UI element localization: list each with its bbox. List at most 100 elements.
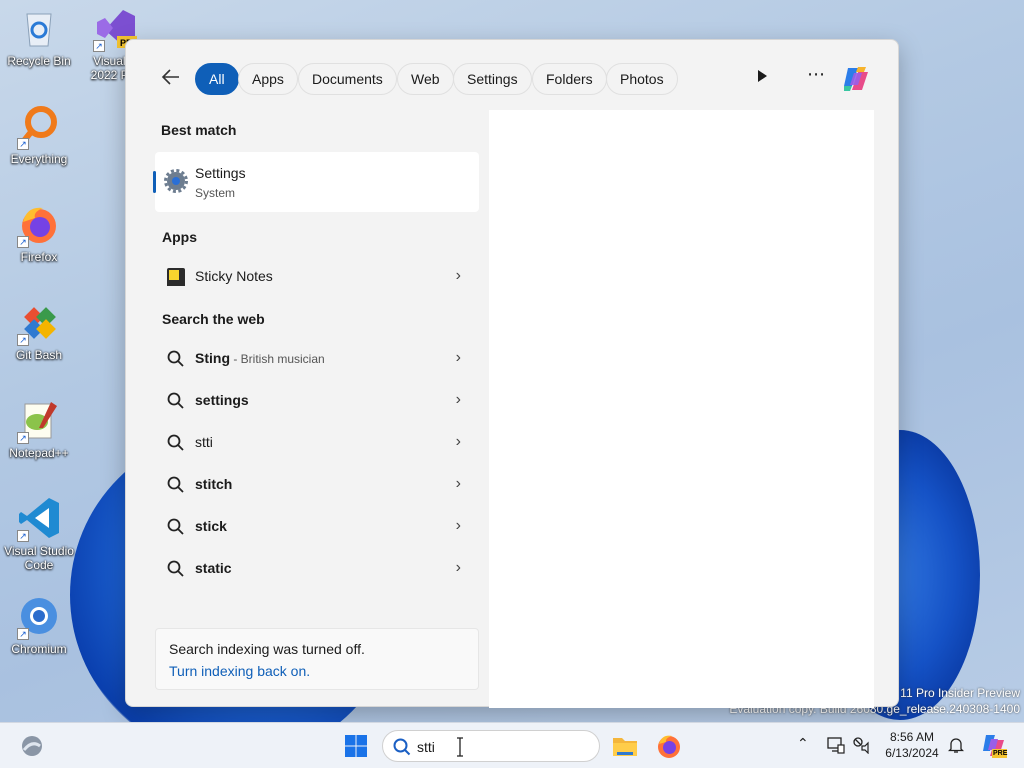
arrow-left-icon [161, 69, 179, 85]
search-icon [167, 560, 185, 578]
chevron-right-icon: › [455, 267, 461, 284]
notepad-plus-plus-icon: ↗ [17, 398, 61, 444]
web-suggestion[interactable]: stick › [155, 508, 475, 546]
widgets-icon [22, 736, 42, 756]
search-icon [393, 738, 411, 756]
clock-time: 8:56 AM [889, 730, 935, 744]
web-suggestion-query: stitch [195, 476, 233, 492]
web-suggestion-hint: - British musician [230, 352, 325, 366]
text-cursor-icon [455, 737, 465, 757]
more-icon: ⋯ [807, 64, 825, 84]
desktop-icon-recycle-bin[interactable]: Recycle Bin [4, 6, 74, 68]
desktop-icon-firefox[interactable]: ↗ Firefox [4, 202, 74, 264]
search-icon [167, 350, 185, 368]
search-icon [167, 434, 185, 452]
tab-all[interactable]: All [195, 63, 239, 95]
chevron-right-icon: › [455, 391, 461, 408]
chromium-icon: ↗ [17, 594, 61, 640]
start-button[interactable] [342, 732, 370, 760]
clock[interactable]: 8:56 AM 6/13/2024 [880, 729, 944, 761]
vscode-icon: ↗ [17, 496, 61, 542]
speaker-muted-icon [853, 737, 869, 755]
desktop-icon-label: Git Bash [15, 348, 63, 362]
watermark-line-1: 11 Pro Insider Preview [900, 686, 1020, 700]
tab-photos[interactable]: Photos [606, 63, 678, 95]
show-hidden-icons-button[interactable]: ⌃ [797, 735, 809, 752]
git-bash-icon: ↗ [17, 300, 61, 346]
web-suggestion-text: stick [195, 518, 227, 534]
everything-icon: ↗ [17, 104, 61, 150]
desktop-icon-label: Chromium [11, 642, 67, 656]
volume-button[interactable] [852, 736, 870, 757]
search-web-heading: Search the web [162, 311, 265, 327]
desktop-icon-label: Firefox [20, 250, 58, 264]
preview-pane [489, 110, 874, 708]
taskbar: ⌃ 8:56 AM 6/13/2024 PRE [0, 722, 1024, 768]
copilot-badge: PRE [993, 750, 1008, 757]
web-suggestion[interactable]: stitch › [155, 466, 475, 504]
desktop-icon-everything[interactable]: ↗ Everything [4, 104, 74, 166]
desktop-icon-git-bash[interactable]: ↗ Git Bash [4, 300, 74, 362]
tab-documents[interactable]: Documents [298, 63, 397, 95]
web-suggestion-text: static [195, 560, 232, 576]
firefox-icon: ↗ [17, 202, 61, 248]
clock-date: 6/13/2024 [885, 746, 939, 760]
firefox-taskbar-button[interactable] [655, 732, 683, 760]
copilot-icon [844, 67, 868, 91]
web-suggestion-query: stick [195, 518, 227, 534]
desktop-icon-vscode[interactable]: ↗ Visual Studio Code [4, 496, 74, 572]
tab-web[interactable]: Web [397, 63, 454, 95]
chevron-right-icon: › [455, 559, 461, 576]
recycle-bin-icon [17, 6, 61, 50]
desktop-icon-label: Everything [10, 152, 68, 166]
desktop-icon-label: Notepad++ [9, 446, 69, 460]
notifications-button[interactable] [947, 736, 965, 757]
windows-logo-icon [345, 735, 367, 757]
network-button[interactable] [827, 736, 845, 757]
app-result-sticky-notes[interactable]: Sticky Notes › [155, 258, 475, 296]
copilot-button[interactable] [840, 65, 870, 93]
apps-heading: Apps [162, 229, 197, 245]
search-icon [167, 476, 185, 494]
web-suggestion-query: Sting [195, 350, 230, 366]
widgets-button[interactable] [18, 732, 46, 760]
desktop-icon-chromium[interactable]: ↗ Chromium [4, 594, 74, 656]
file-explorer-button[interactable] [611, 732, 639, 760]
taskbar-search-box[interactable] [382, 730, 600, 762]
search-flyout: All Apps Documents Web Settings Folders … [125, 39, 899, 708]
tab-apps[interactable]: Apps [238, 63, 298, 95]
chevron-up-icon: ⌃ [797, 735, 809, 751]
play-button[interactable] [751, 68, 773, 90]
web-suggestion-text: settings [195, 392, 249, 408]
app-result-label: Sticky Notes [195, 268, 273, 284]
best-match-result[interactable]: Settings System [153, 152, 479, 212]
web-suggestion-text: Sting - British musician [195, 350, 325, 366]
desktop-icon-notepad-plus-plus[interactable]: ↗ Notepad++ [4, 398, 74, 460]
selection-indicator [153, 171, 156, 193]
play-icon [758, 70, 767, 82]
turn-indexing-on-link[interactable]: Turn indexing back on. [169, 663, 310, 679]
network-icon [827, 737, 845, 754]
web-suggestion[interactable]: settings › [155, 382, 475, 420]
web-suggestion[interactable]: Sting - British musician › [155, 340, 475, 378]
web-suggestion-text: stitch [195, 476, 232, 492]
tab-settings[interactable]: Settings [453, 63, 532, 95]
copilot-taskbar-button[interactable]: PRE [979, 732, 1007, 760]
search-filter-bar: All Apps Documents Web Settings Folders … [126, 40, 898, 110]
web-suggestion[interactable]: stti › [155, 424, 475, 462]
best-match-heading: Best match [161, 122, 237, 138]
more-options-button[interactable]: ⋯ [805, 64, 827, 86]
web-suggestion[interactable]: static › [155, 550, 475, 588]
tab-folders[interactable]: Folders [532, 63, 607, 95]
shortcut-arrow-icon: ↗ [17, 628, 29, 640]
indexing-message: Search indexing was turned off. [169, 641, 365, 657]
folder-icon [613, 738, 637, 756]
web-suggestion-text: stti [195, 434, 213, 450]
taskbar-search-input[interactable] [417, 737, 577, 757]
bell-icon [947, 738, 965, 753]
chevron-right-icon: › [455, 517, 461, 534]
back-button[interactable] [160, 66, 186, 92]
shortcut-arrow-icon: ↗ [17, 334, 29, 346]
settings-gear-icon [164, 169, 188, 193]
desktop-icon-label: Recycle Bin [7, 54, 71, 68]
